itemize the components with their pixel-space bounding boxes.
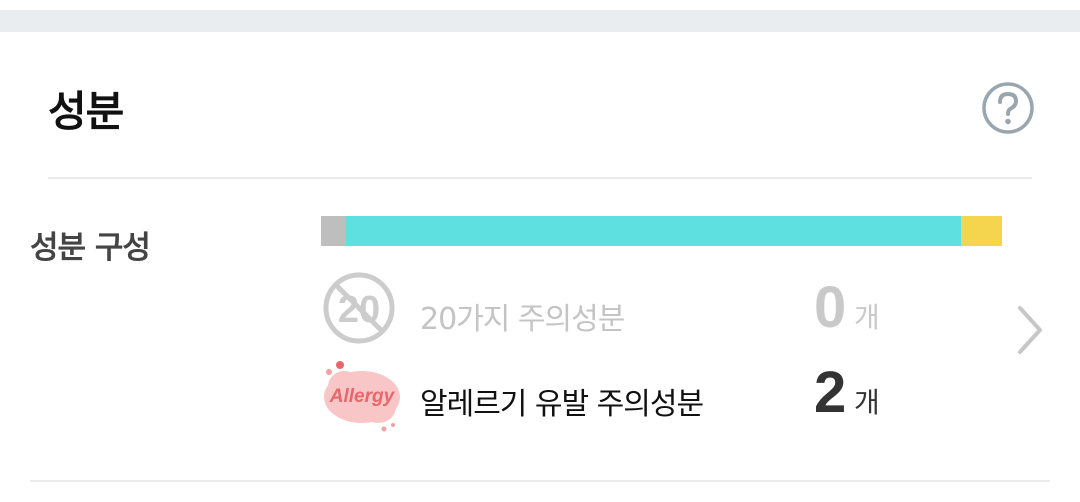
badge-allergy-text: Allergy — [329, 386, 396, 407]
section-separator-band — [0, 10, 1080, 32]
top-strip — [0, 0, 1080, 10]
allergy-icon: Allergy — [324, 361, 400, 432]
allergy-row[interactable]: Allergy 알레르기 유발 주의성분 2 개 — [320, 355, 1020, 435]
divider — [30, 480, 1050, 482]
question-circle-icon[interactable] — [980, 80, 1036, 136]
composition-bar — [321, 216, 1002, 246]
allergy-count: 2 — [814, 360, 847, 425]
divider — [48, 177, 1032, 179]
allergy-label: 알레르기 유발 주의성분 — [420, 387, 704, 422]
bar-segment-cyan — [346, 216, 962, 246]
chevron-right-icon[interactable] — [1012, 302, 1048, 358]
bar-segment-yellow — [961, 216, 1002, 246]
caution-20-count: 0 — [814, 275, 847, 340]
caution-20-label: 20가지 주의성분 — [420, 302, 625, 337]
section-title: 성분 — [48, 87, 124, 136]
allergy-unit: 개 — [854, 386, 880, 419]
caution-20-unit: 개 — [854, 301, 880, 334]
composition-label: 성분 구성 — [30, 230, 151, 266]
bar-segment-gray — [321, 216, 347, 246]
no-20-icon: 20 — [323, 272, 395, 344]
caution-20-row[interactable]: 20 20가지 주의성분 0 개 — [320, 270, 1020, 350]
